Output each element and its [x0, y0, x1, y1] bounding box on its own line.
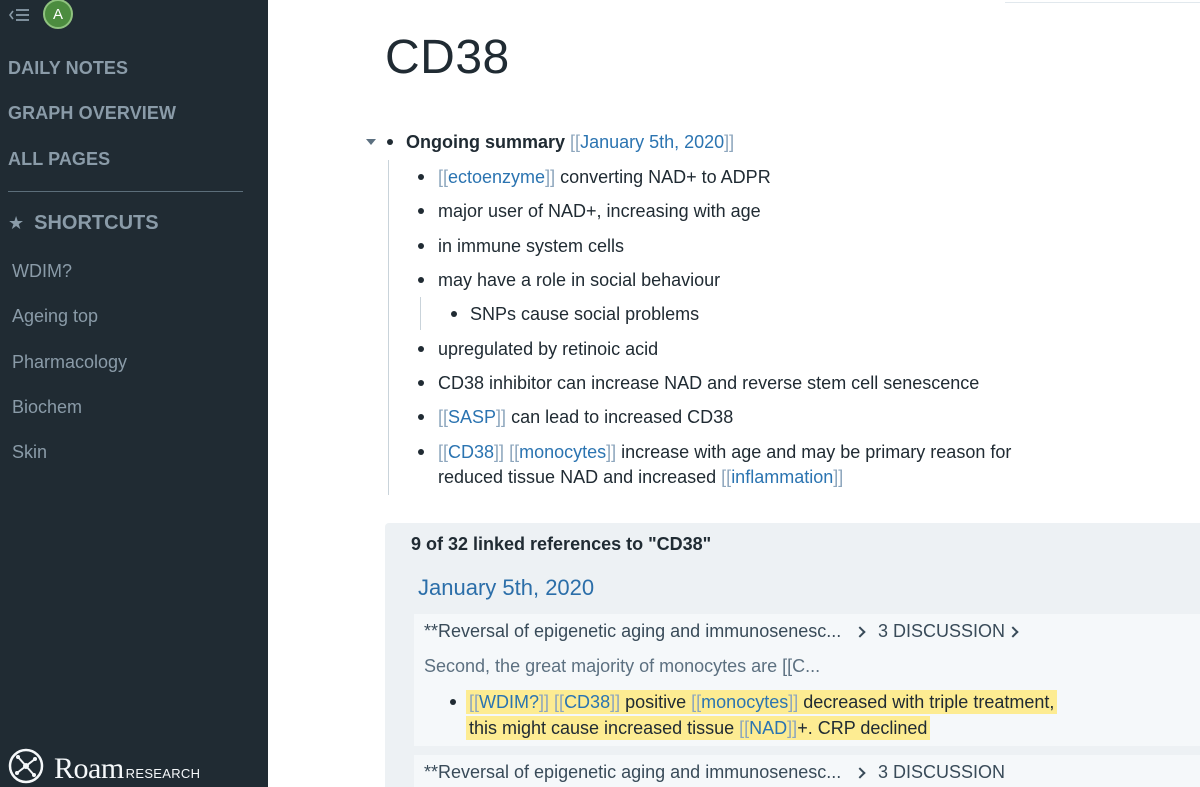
star-icon: ★ [8, 213, 25, 233]
block-item[interactable]: may have a role in social behaviour [438, 267, 720, 293]
breadcrumb-item[interactable]: 3 DISCUSSION [878, 762, 1005, 783]
bullet[interactable] [450, 699, 456, 705]
linked-references-count[interactable]: 9 of 32 linked references to "CD38" [411, 534, 711, 555]
block-item[interactable]: major user of NAD+, increasing with age [438, 198, 761, 224]
sidebar-top [8, 0, 30, 30]
avatar[interactable]: A [43, 0, 73, 29]
block-item[interactable]: CD38 inhibitor can increase NAD and reve… [438, 370, 979, 396]
reference-block-continuation[interactable]: this might cause increased tissue [[NAD]… [466, 715, 931, 741]
block-root[interactable]: Ongoing summary [[January 5th, 2020]] [406, 129, 734, 155]
sidebar-divider [8, 191, 243, 192]
bullet[interactable] [387, 139, 393, 145]
reference-block[interactable]: [[WDIM?]] [[CD38]] positive [[monocytes]… [466, 689, 1058, 715]
sidebar: A DAILY NOTES GRAPH OVERVIEW ALL PAGES ★… [0, 0, 268, 787]
topbar-border [1005, 0, 1200, 3]
page-link[interactable]: WDIM? [479, 692, 539, 712]
page-link[interactable]: ectoenzyme [448, 167, 545, 187]
reference-page-title[interactable]: January 5th, 2020 [418, 575, 594, 601]
bullet[interactable] [451, 311, 457, 317]
page-link[interactable]: CD38 [564, 692, 610, 712]
block-item-continuation[interactable]: reduced tissue NAD and increased [[infla… [438, 464, 843, 490]
block-text: reduced tissue NAD and increased [438, 467, 722, 487]
shortcuts-header: ★ SHORTCUTS [8, 212, 159, 235]
bullet[interactable] [418, 277, 424, 283]
block-item[interactable]: [[CD38]] [[monocytes]] increase with age… [438, 439, 1011, 465]
page-title[interactable]: CD38 [385, 30, 510, 85]
block-text: can lead to increased CD38 [506, 407, 734, 427]
roam-logo-icon [8, 748, 44, 787]
block-item[interactable]: [[SASP]] can lead to increased CD38 [438, 404, 733, 430]
block-item[interactable]: [[ectoenzyme]] converting NAD+ to ADPR [438, 164, 771, 190]
page-link[interactable]: NAD [749, 718, 787, 738]
block-item[interactable]: in immune system cells [438, 233, 624, 259]
shortcuts-title: SHORTCUTS [34, 212, 159, 234]
nav-graph-overview[interactable]: GRAPH OVERVIEW [8, 103, 176, 124]
collapse-sidebar-icon[interactable] [8, 7, 30, 23]
block-text: decreased with triple treatment, [798, 692, 1055, 712]
page-link[interactable]: January 5th, 2020 [580, 132, 724, 152]
shortcut-item[interactable]: Ageing top [12, 306, 98, 327]
bullet[interactable] [418, 243, 424, 249]
shortcut-item[interactable]: WDIM? [12, 261, 72, 282]
page-link[interactable]: inflammation [731, 467, 833, 487]
page-link[interactable]: CD38 [448, 442, 494, 462]
block-text: increase with age and may be primary rea… [616, 442, 1012, 462]
page-link[interactable]: monocytes [519, 442, 606, 462]
page-link[interactable]: monocytes [701, 692, 788, 712]
block-text: this might cause increased tissue [469, 718, 740, 738]
bullet[interactable] [418, 414, 424, 420]
bullet[interactable] [418, 208, 424, 214]
breadcrumb-item[interactable]: 3 DISCUSSION [878, 621, 1005, 642]
children-guide [388, 160, 389, 495]
bullet[interactable] [418, 449, 424, 455]
nav-daily-notes[interactable]: DAILY NOTES [8, 58, 128, 79]
page-link[interactable]: SASP [448, 407, 496, 427]
breadcrumb-item[interactable]: **Reversal of epigenetic aging and immun… [424, 621, 841, 642]
logo-wordmark: Roam [54, 751, 124, 785]
block-root-label: Ongoing summary [406, 132, 566, 152]
roam-logo: Roam RESEARCH [8, 748, 200, 787]
reference-snippet[interactable]: Second, the great majority of monocytes … [424, 656, 820, 677]
block-item[interactable]: upregulated by retinoic acid [438, 336, 658, 362]
children-guide [420, 297, 421, 330]
nav-all-pages[interactable]: ALL PAGES [8, 149, 110, 170]
block-text: converting NAD+ to ADPR [555, 167, 771, 187]
bullet[interactable] [418, 380, 424, 386]
shortcut-item[interactable]: Biochem [12, 397, 82, 418]
breadcrumb-item[interactable]: **Reversal of epigenetic aging and immun… [424, 762, 841, 783]
block-item-nested[interactable]: SNPs cause social problems [470, 301, 699, 327]
bullet[interactable] [418, 346, 424, 352]
logo-subtitle: RESEARCH [125, 766, 201, 781]
block-text: +. CRP declined [797, 718, 928, 738]
bullet[interactable] [418, 174, 424, 180]
block-text: positive [620, 692, 692, 712]
shortcut-item[interactable]: Pharmacology [12, 352, 127, 373]
shortcut-item[interactable]: Skin [12, 442, 47, 463]
collapse-caret-icon[interactable] [366, 139, 376, 145]
